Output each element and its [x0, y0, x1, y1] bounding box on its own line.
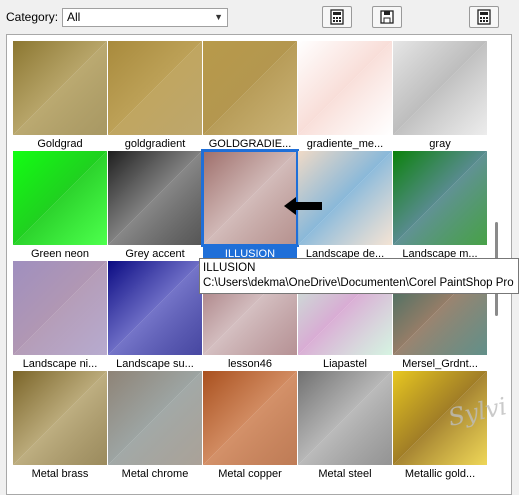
gradient-name: lesson46 — [227, 358, 273, 370]
gradient-name: Metal steel — [318, 468, 372, 480]
gradient-item[interactable]: gray — [393, 41, 487, 153]
open-folder-button[interactable] — [372, 6, 402, 28]
gradient-thumbnail — [13, 371, 107, 465]
gradient-thumbnail — [108, 151, 202, 245]
gradient-name: goldgradient — [124, 138, 186, 150]
gradient-thumbnail — [108, 41, 202, 135]
gradient-name: Landscape ni... — [22, 358, 98, 370]
tooltip-title: ILLUSION — [203, 262, 256, 274]
tooltip: ILLUSION C:\Users\dekma\OneDrive\Documen… — [199, 258, 519, 294]
gradient-thumbnail — [203, 41, 297, 135]
gradient-thumbnail — [108, 261, 202, 355]
gradient-name: Landscape su... — [116, 358, 194, 370]
save-disk-icon — [380, 10, 394, 24]
gradient-item[interactable]: ILLUSION — [201, 149, 299, 263]
gradient-name: gray — [429, 138, 451, 150]
view-list-button[interactable] — [322, 6, 352, 28]
category-selected-value: All — [67, 10, 81, 24]
gradient-thumbnail — [298, 371, 392, 465]
gradient-name: Green neon — [30, 248, 90, 260]
gradient-name: Metal brass — [31, 468, 89, 480]
tooltip-path: C:\Users\dekma\OneDrive\Documenten\Corel… — [203, 277, 514, 289]
gradient-thumbnail — [393, 41, 487, 135]
gradient-name: gradiente_me... — [306, 138, 384, 150]
gradient-thumbnail — [393, 151, 487, 245]
gradient-item[interactable]: Green neon — [13, 151, 107, 263]
gradient-thumbnail — [298, 41, 392, 135]
gradient-thumbnail — [13, 261, 107, 355]
category-dropdown[interactable]: All ▼ — [62, 8, 228, 27]
gradient-item[interactable]: Metal brass — [13, 371, 107, 483]
calculator-icon — [477, 9, 491, 25]
gradient-item[interactable]: Metal copper — [203, 371, 297, 483]
gradient-item[interactable]: Landscape m... — [393, 151, 487, 263]
gradient-item[interactable]: goldgradient — [108, 41, 202, 153]
calculator-icon — [330, 9, 344, 25]
gradient-thumbnail — [13, 41, 107, 135]
gradient-item[interactable]: Metal chrome — [108, 371, 202, 483]
gradient-thumbnail — [203, 371, 297, 465]
gradient-item[interactable]: gradiente_me... — [298, 41, 392, 153]
gradient-item[interactable]: Metal steel — [298, 371, 392, 483]
resource-manager-button[interactable] — [469, 6, 499, 28]
gradient-thumbnail — [201, 149, 299, 247]
gradient-item[interactable]: Goldgrad — [13, 41, 107, 153]
chevron-down-icon: ▼ — [214, 12, 223, 22]
gradient-name: Goldgrad — [37, 138, 83, 150]
gradient-name: Metal copper — [218, 468, 282, 480]
gradient-item[interactable]: GOLDGRADIE... — [203, 41, 297, 153]
gradient-name: Mersel_Grdnt... — [402, 358, 478, 370]
gradient-name: Metal chrome — [121, 468, 189, 480]
gradient-name: Grey accent — [125, 248, 185, 260]
gradient-thumbnail — [108, 371, 202, 465]
gradient-item[interactable]: Landscape su... — [108, 261, 202, 373]
gradient-name: Liapastel — [322, 358, 368, 370]
gradient-thumbnail — [13, 151, 107, 245]
gradient-item[interactable]: Landscape ni... — [13, 261, 107, 373]
gradient-item[interactable]: Grey accent — [108, 151, 202, 263]
gradient-name: GOLDGRADIE... — [208, 138, 292, 150]
gradient-name: Metallic gold... — [404, 468, 476, 480]
category-label: Category: — [6, 10, 59, 24]
arrow-cursor-icon — [284, 196, 324, 219]
